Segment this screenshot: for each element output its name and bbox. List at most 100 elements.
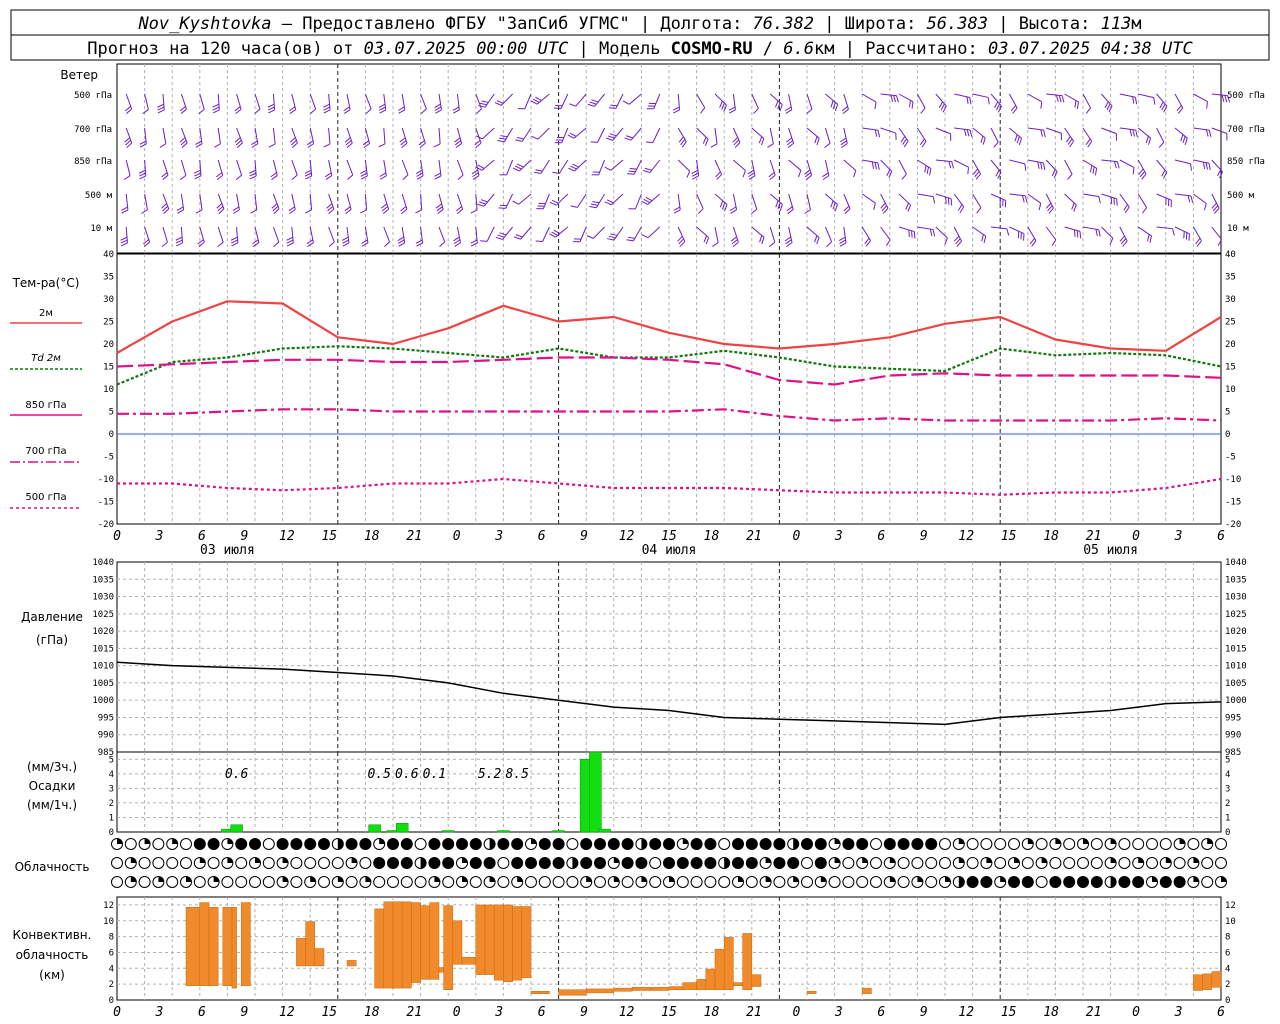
- cloud-cover-circle: [594, 838, 606, 850]
- cloud-cover-circle: [939, 857, 951, 869]
- day-label: 03 июля: [200, 543, 255, 558]
- cloud-cover-circle: [180, 857, 192, 869]
- cloud-cover-circle: [594, 857, 606, 869]
- conv-cloud-bar: [475, 904, 486, 975]
- pressure-tick-label-left: 1010: [92, 662, 114, 672]
- cloud-cover-circle: [1049, 876, 1062, 888]
- conv-hour-label: 0: [792, 1005, 800, 1020]
- cloud-cover-circle: [580, 838, 593, 850]
- pressure-tick-label-left: 1035: [92, 575, 114, 585]
- temp-hour-label: 9: [580, 529, 588, 544]
- conv-hour-label: 21: [746, 1005, 762, 1020]
- cloud-cover-circle: [925, 838, 938, 850]
- conv-hour-label: 12: [619, 1005, 635, 1020]
- cloud-cover-circle: [180, 838, 192, 850]
- conv-cloud-bar: [650, 987, 670, 991]
- temp-tick-label-right: -10: [1225, 475, 1241, 485]
- pressure-tick-label-left: 1005: [92, 679, 114, 689]
- precip-tick-label-right: 3: [1225, 784, 1230, 794]
- cloud-cover-circle: [318, 857, 330, 869]
- temp-hour-label: 6: [1217, 529, 1225, 544]
- wind-barb-flag: [945, 196, 947, 204]
- wind-level-label-left: 500 гПа: [74, 91, 112, 101]
- temp-hour-label: 21: [1086, 529, 1102, 544]
- cloud-cover-circle: [1173, 876, 1186, 888]
- cloud-cover-circle: [856, 838, 869, 850]
- cloud-cover-circle: [1077, 876, 1089, 888]
- page-title: Nov_Kyshtovka – Предоставлено ФГБУ "ЗапС…: [137, 14, 1141, 34]
- day-label: 05 июля: [1083, 543, 1138, 558]
- cloud-cover-circle: [469, 838, 482, 850]
- wind-level-label-right: 500 гПа: [1227, 91, 1265, 101]
- conv-tick-label-right: 2: [1225, 980, 1230, 990]
- conv-cloud-bar: [861, 987, 872, 994]
- conv-hour-label: 21: [406, 1005, 422, 1020]
- wind-barb-flag: [947, 197, 950, 205]
- precip-bar: [368, 824, 381, 833]
- cloud-cover-circle: [1146, 857, 1158, 869]
- cloud-cover-circle: [428, 838, 441, 850]
- cloud-cover-circle: [994, 838, 1007, 850]
- conv-cloud-bar: [682, 982, 697, 990]
- cloud-cover-circle: [773, 876, 786, 888]
- cloud-cover-circle: [428, 857, 441, 869]
- conv-cloud-bar: [705, 968, 716, 990]
- conv-cloud-bar: [222, 907, 233, 986]
- conv-tick-label-left: 10: [103, 917, 114, 927]
- cloud-cover-circle: [1077, 857, 1089, 869]
- conv-tick-label-left: 4: [109, 964, 114, 974]
- cloud-cover-circle: [207, 857, 220, 869]
- cloud-cover-circle: [400, 838, 413, 850]
- cloud-cover-circle: [897, 857, 910, 869]
- cloud-cover-circle: [442, 838, 455, 850]
- temp-hour-label: 12: [279, 529, 295, 544]
- conv-cloud-bar: [452, 920, 463, 965]
- cloud-cover-circle: [594, 876, 606, 888]
- pressure-tick-label-left: 1000: [92, 696, 114, 706]
- temp-tick-label-left: 25: [103, 318, 114, 328]
- pressure-tick-label-right: 1020: [1225, 627, 1247, 637]
- temp-tick-label-right: 40: [1225, 250, 1236, 260]
- cloud-cover-circle: [1090, 838, 1103, 850]
- conv-hour-label: 6: [877, 1005, 885, 1020]
- pressure-tick-label-left: 1020: [92, 627, 114, 637]
- cloud-cover-circle: [318, 838, 330, 850]
- cloud-cover-circle: [525, 876, 537, 888]
- cloud-cover-circle: [1118, 857, 1131, 869]
- cloud-cover-circle: [193, 838, 206, 850]
- cloud-cover-circle: [290, 838, 303, 850]
- pressure-tick-label-right: 1035: [1225, 575, 1247, 585]
- conv-cloud-bar: [383, 901, 394, 989]
- conv-title-line-3: (км): [39, 968, 65, 982]
- wind-level-label-right: 500 м: [1227, 191, 1255, 201]
- cloud-cover-circle: [1063, 838, 1076, 850]
- cloud-cover-circle: [497, 876, 510, 888]
- meteogram: Nov_Kyshtovka – Предоставлено ФГБУ "ЗапС…: [0, 0, 1280, 1024]
- cloud-cover-circle: [290, 876, 303, 888]
- precip-amount-label: 5.2: [478, 767, 502, 782]
- conv-tick-label-left: 6: [109, 948, 114, 958]
- cloud-cover-circle: [897, 876, 910, 888]
- pressure-panel-title: Давление: [21, 610, 83, 624]
- cloud-cover-circle: [442, 857, 455, 869]
- cloud-cover-circle: [966, 838, 979, 850]
- cloud-cover-circle: [1173, 857, 1186, 869]
- cloud-cover-circle: [497, 838, 510, 850]
- wind-barb-flag: [498, 207, 506, 209]
- pressure-tick-label-right: 1015: [1225, 644, 1247, 654]
- conv-hour-label: 9: [580, 1005, 588, 1020]
- cloud-cover-circle: [718, 838, 731, 850]
- cloud-cover-circle: [166, 857, 179, 869]
- cloud-cover-circle: [373, 857, 386, 869]
- temp-tick-label-right: 5: [1225, 408, 1230, 418]
- temp-tick-label-left: 20: [103, 340, 114, 350]
- cloud-cover-circle: [400, 876, 413, 888]
- cloud-cover-circle: [842, 838, 855, 850]
- legend-850-label: 850 гПа: [25, 400, 66, 411]
- temp-tick-label-right: 20: [1225, 340, 1236, 350]
- conv-cloud-bar: [723, 937, 734, 990]
- cloud-cover-circle: [469, 857, 482, 869]
- cloud-cover-circle: [483, 857, 496, 869]
- cloud-cover-circle: [1146, 838, 1158, 850]
- cloud-cover-circle: [276, 838, 289, 850]
